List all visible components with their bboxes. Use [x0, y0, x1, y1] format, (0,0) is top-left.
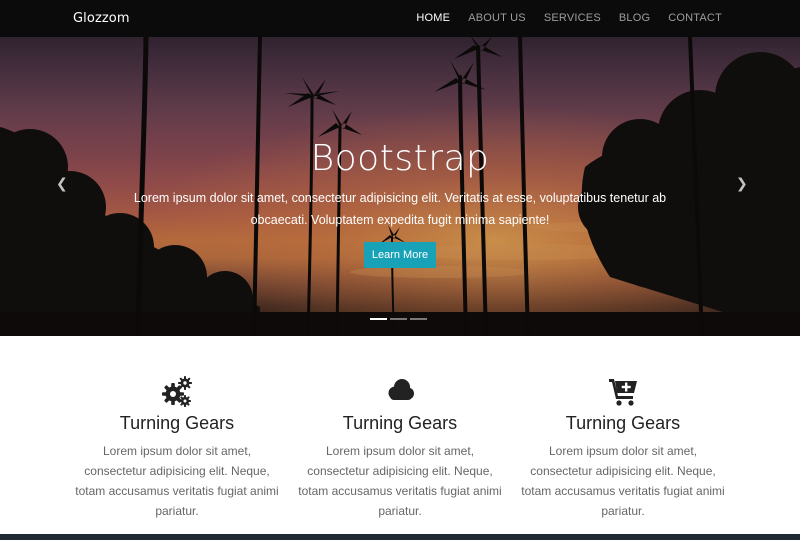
hero-title: Bootstrap: [310, 138, 490, 179]
nav-link-about-us[interactable]: ABOUT US: [468, 12, 526, 24]
cart-plus-icon: [503, 374, 743, 408]
feature-title: Turning Gears: [119, 413, 235, 433]
nav-link-contact[interactable]: CONTACT: [668, 12, 722, 24]
nav-link-home[interactable]: HOME: [416, 12, 450, 24]
next-section-edge: [0, 534, 800, 540]
features-section: Turning Gears Lorem ipsum dolor sit amet…: [0, 336, 800, 534]
nav-link-blog[interactable]: BLOG: [619, 12, 650, 24]
feature-title: Turning Gears: [565, 413, 681, 433]
learn-more-button[interactable]: Learn More: [363, 242, 437, 268]
hero-caption: Bootstrap Lorem ipsum dolor sit amet, co…: [0, 137, 800, 268]
gears-icon: [57, 374, 297, 408]
feature-text: Lorem ipsum dolor sit amet, consectetur …: [298, 444, 502, 518]
nav-links: HOME ABOUT US SERVICES BLOG CONTACT: [398, 12, 722, 24]
carousel-indicators: [370, 318, 427, 320]
brand-logo[interactable]: Glozzom: [73, 11, 130, 26]
nav-link-services[interactable]: SERVICES: [544, 12, 601, 24]
carousel-indicator-3[interactable]: [410, 318, 427, 320]
feature-card-3: Turning Gears Lorem ipsum dolor sit amet…: [503, 374, 743, 521]
hero-carousel: ❮ ❯ Bootstrap Lorem ipsum dolor sit amet…: [0, 37, 800, 336]
hero-text: Lorem ipsum dolor sit amet, consectetur …: [133, 191, 667, 227]
feature-card-1: Turning Gears Lorem ipsum dolor sit amet…: [57, 374, 297, 521]
carousel-indicator-1[interactable]: [370, 318, 387, 320]
feature-text: Lorem ipsum dolor sit amet, consectetur …: [521, 444, 725, 518]
feature-card-2: Turning Gears Lorem ipsum dolor sit amet…: [280, 374, 520, 521]
feature-text: Lorem ipsum dolor sit amet, consectetur …: [75, 444, 279, 518]
carousel-indicator-2[interactable]: [390, 318, 407, 320]
feature-title: Turning Gears: [342, 413, 458, 433]
navbar: Glozzom HOME ABOUT US SERVICES BLOG CONT…: [0, 0, 800, 37]
cloud-icon: [280, 374, 520, 408]
